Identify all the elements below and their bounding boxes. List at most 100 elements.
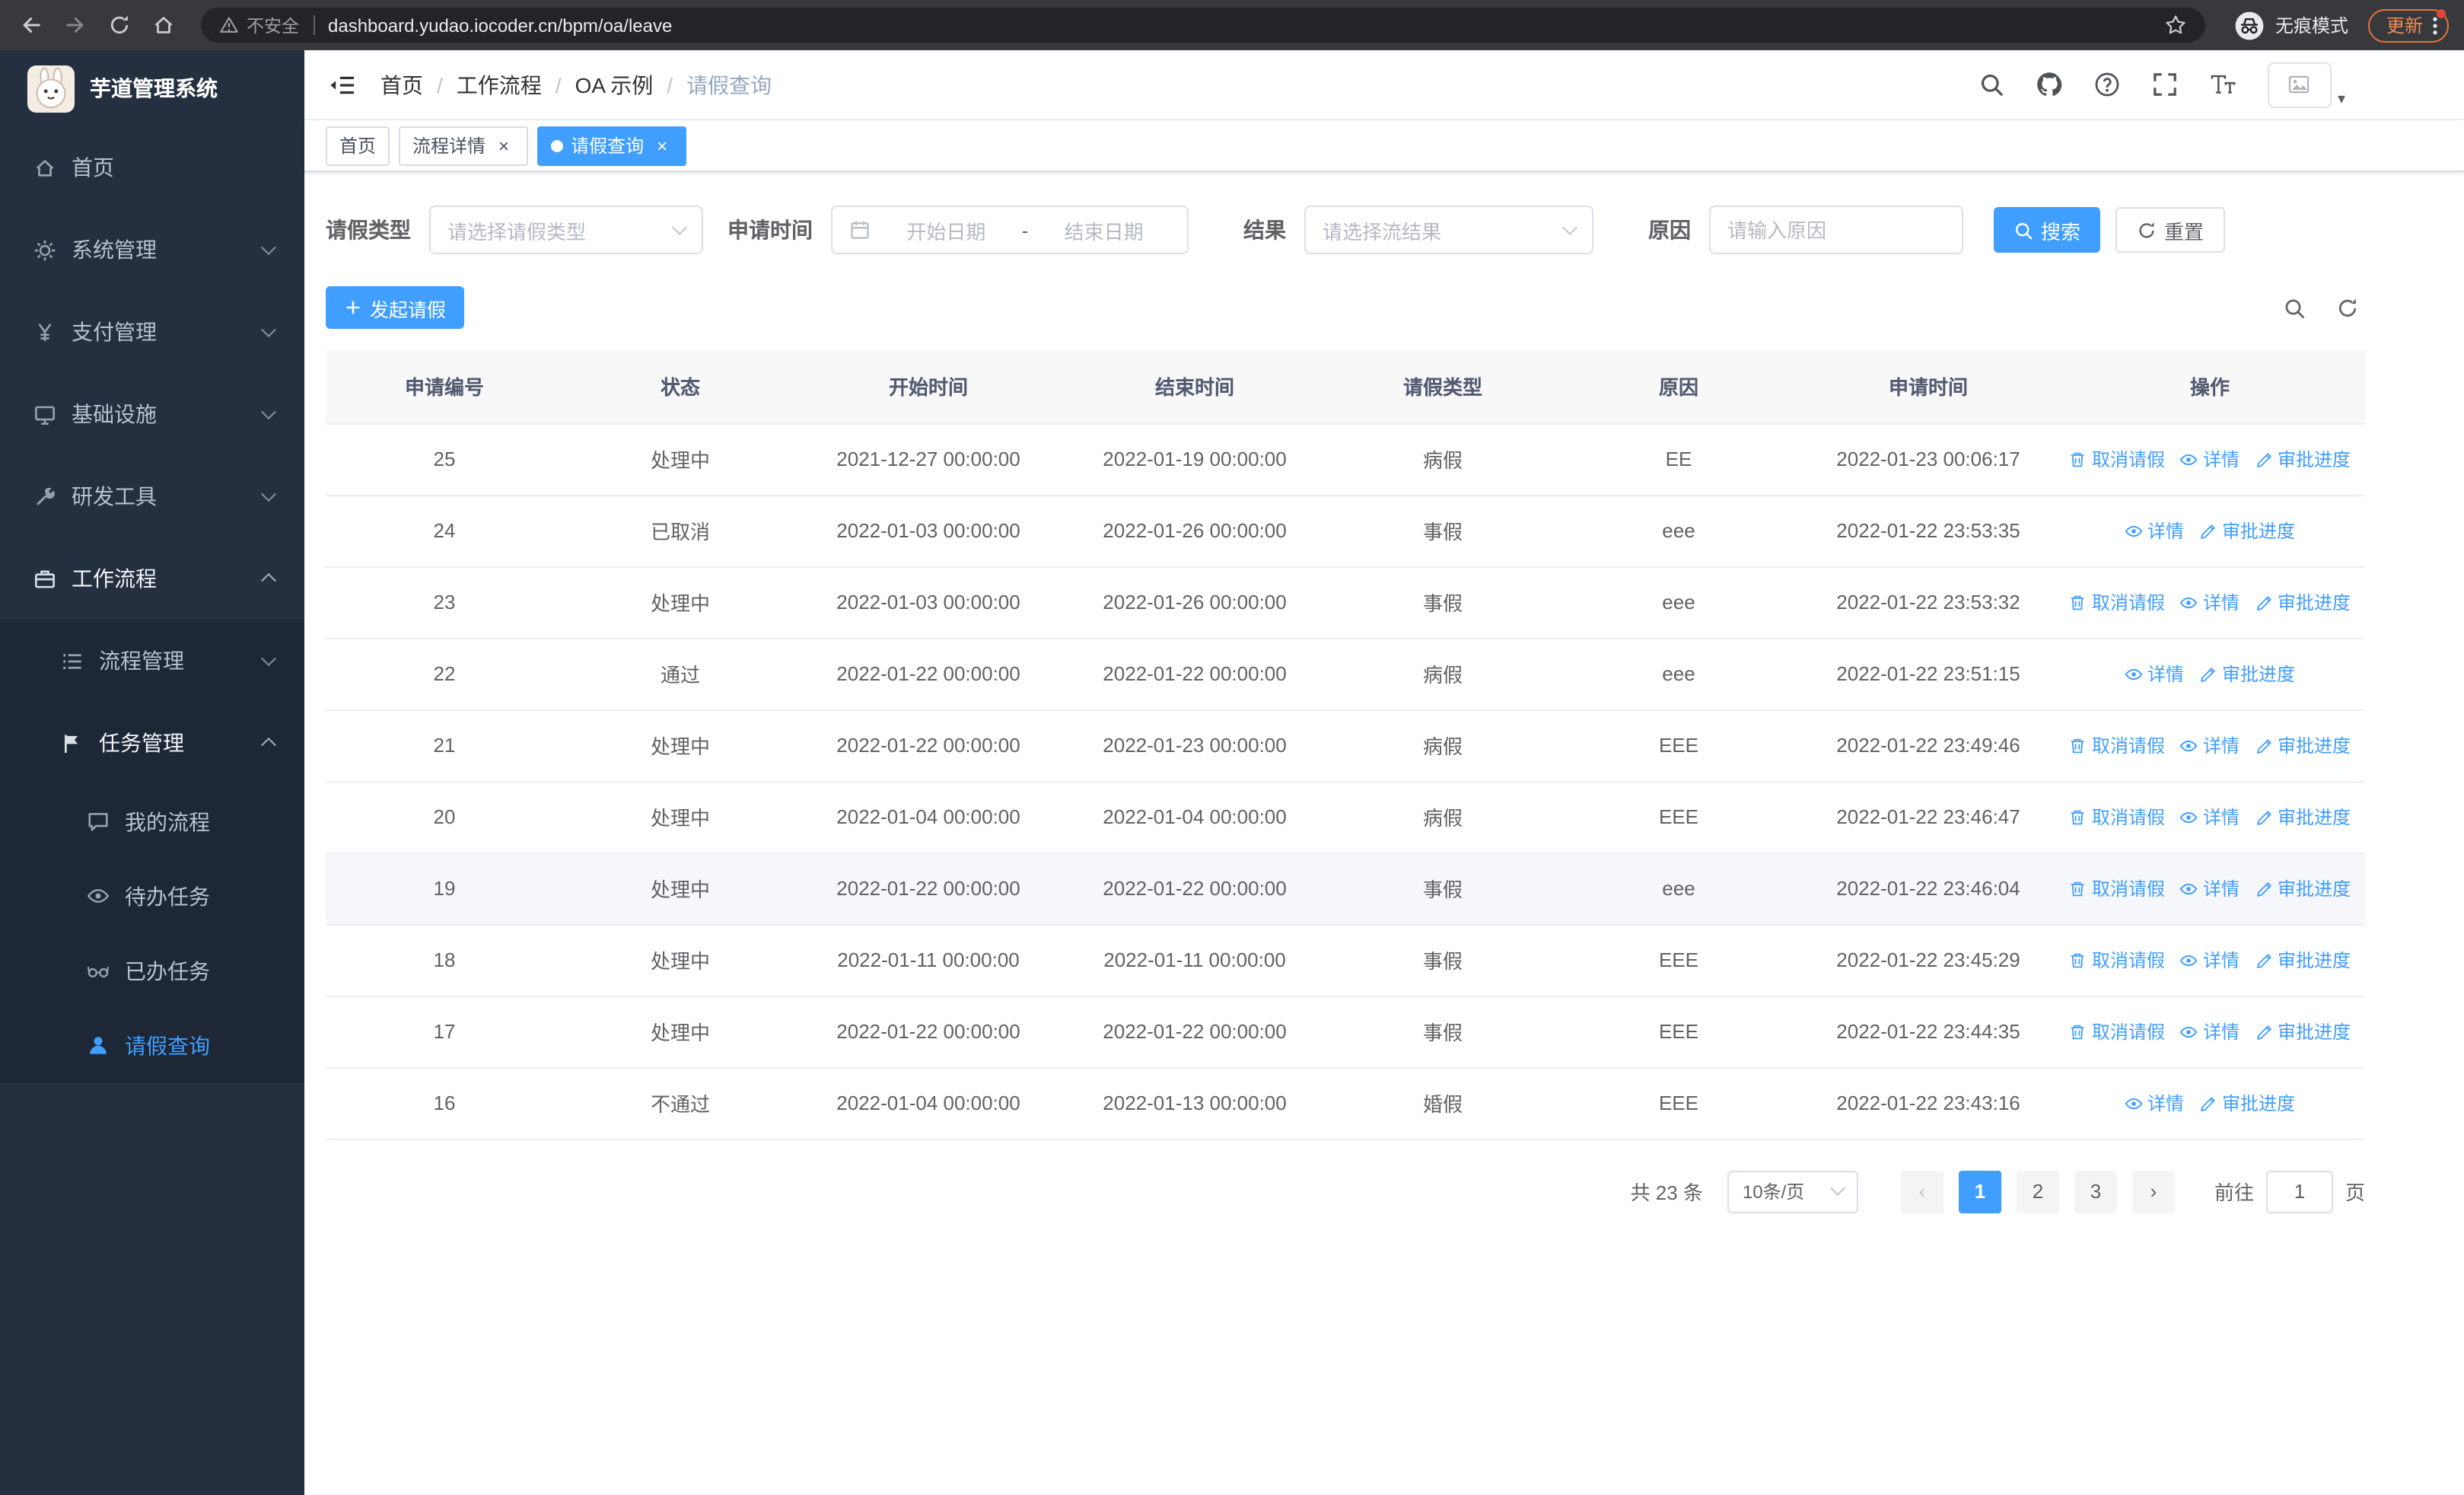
op-detail-link[interactable]: 详情 <box>2180 804 2240 830</box>
toggle-search-icon[interactable] <box>2283 296 2306 319</box>
search-icon[interactable] <box>1979 72 2004 97</box>
op-cancel-link[interactable]: 取消请假 <box>2069 1018 2165 1044</box>
op-progress-link[interactable]: 审批进度 <box>2255 804 2351 830</box>
page-button-2[interactable]: 2 <box>2016 1170 2059 1213</box>
search-button[interactable]: 搜索 <box>1994 207 2101 253</box>
address-bar[interactable]: 不安全 dashboard.yudao.iocoder.cn/bpm/oa/le… <box>201 8 2205 43</box>
cell-end: 2022-01-26 00:00:00 <box>1059 495 1330 567</box>
op-progress-link[interactable]: 审批进度 <box>2199 1090 2295 1116</box>
tab-process-detail[interactable]: 流程详情 × <box>399 126 529 165</box>
op-cancel-link[interactable]: 取消请假 <box>2069 446 2165 472</box>
breadcrumb-item[interactable]: 工作流程 <box>457 69 542 100</box>
next-page-button[interactable]: › <box>2131 1170 2175 1213</box>
user-avatar[interactable]: ▾ <box>2267 62 2345 107</box>
sidebar-item-done-task[interactable]: 已办任务 <box>0 933 304 1008</box>
sidebar-item-process-mgmt[interactable]: 流程管理 <box>0 620 304 702</box>
op-progress-link[interactable]: 审批进度 <box>2199 518 2295 543</box>
browser-forward-icon[interactable] <box>59 10 90 40</box>
browser-menu-icon[interactable] <box>2432 14 2438 36</box>
leave-type-label: 请假类型 <box>326 218 411 242</box>
update-label: 更新 <box>2386 15 2423 37</box>
sidebar-item-task-mgmt[interactable]: 任务管理 <box>0 702 304 784</box>
eye-icon <box>2180 879 2198 897</box>
op-detail-link[interactable]: 详情 <box>2180 732 2240 758</box>
breadcrumb-item[interactable]: 首页 <box>380 69 423 100</box>
app-logo[interactable]: 芋道管理系统 <box>0 50 304 126</box>
browser-back-icon[interactable] <box>15 10 46 40</box>
op-detail-link[interactable]: 详情 <box>2180 947 2240 973</box>
goto-page-input[interactable] <box>2265 1170 2333 1213</box>
cell-end: 2022-01-22 00:00:00 <box>1059 638 1330 710</box>
tab-leave-query[interactable]: 请假查询 × <box>537 126 687 165</box>
table-row: 17 处理中 2022-01-22 00:00:00 2022-01-22 00:00… <box>326 996 2365 1068</box>
close-tab-icon[interactable]: × <box>493 135 514 156</box>
tab-home[interactable]: 首页 <box>326 126 390 165</box>
browser-home-icon[interactable] <box>148 10 178 40</box>
reason-input[interactable] <box>1709 206 1963 254</box>
op-detail-link[interactable]: 详情 <box>2125 1090 2184 1116</box>
cell-id: 21 <box>326 709 563 782</box>
question-icon[interactable] <box>2094 72 2120 97</box>
sidebar-item-todo-task[interactable]: 待办任务 <box>0 859 304 933</box>
github-icon[interactable] <box>2036 72 2062 97</box>
fontsize-icon[interactable] <box>2210 72 2236 97</box>
sidebar-item-infrastructure[interactable]: 基础设施 <box>0 373 304 455</box>
sidebar-item-payment-mgmt[interactable]: 支付管理 <box>0 291 304 373</box>
infra-icon <box>33 403 56 426</box>
sidebar-item-home[interactable]: 首页 <box>0 126 304 209</box>
op-detail-link[interactable]: 详情 <box>2180 1018 2240 1044</box>
prev-page-button[interactable]: ‹ <box>1900 1170 1944 1213</box>
op-progress-link[interactable]: 审批进度 <box>2255 875 2351 901</box>
sidebar-item-leave-query[interactable]: 请假查询 <box>0 1008 304 1082</box>
bookmark-star-icon[interactable] <box>2164 14 2187 37</box>
eye-icon <box>2180 736 2198 754</box>
op-detail-link[interactable]: 详情 <box>2125 518 2184 543</box>
op-detail-link[interactable]: 详情 <box>2180 446 2240 472</box>
collapse-sidebar-icon[interactable] <box>329 72 356 97</box>
op-progress-link[interactable]: 审批进度 <box>2255 1018 2351 1044</box>
close-tab-icon[interactable]: × <box>651 135 673 156</box>
cell-id: 17 <box>326 996 563 1068</box>
cell-reason: EEE <box>1555 996 1802 1068</box>
sidebar-item-workflow[interactable]: 工作流程 <box>0 537 304 620</box>
op-detail-link[interactable]: 详情 <box>2180 589 2240 615</box>
create-leave-button[interactable]: 发起请假 <box>326 286 465 329</box>
leave-type-select[interactable]: 请选择请假类型 <box>429 206 703 254</box>
cell-reason: EEE <box>1555 1067 1802 1140</box>
browser-reload-icon[interactable] <box>103 10 134 40</box>
op-progress-link[interactable]: 审批进度 <box>2255 446 2351 472</box>
op-detail-link[interactable]: 详情 <box>2180 875 2240 901</box>
page-button-3[interactable]: 3 <box>2074 1170 2117 1213</box>
sidebar-item-my-process[interactable]: 我的流程 <box>0 784 304 859</box>
cell-ops: 取消请假 详情 审批进度 <box>2055 709 2365 782</box>
breadcrumb-item[interactable]: OA 示例 <box>575 69 654 100</box>
plus-icon <box>344 298 362 317</box>
result-select[interactable]: 请选择流结果 <box>1304 206 1593 254</box>
reset-button[interactable]: 重置 <box>2115 207 2226 253</box>
eye-icon <box>2180 808 2198 826</box>
op-cancel-link[interactable]: 取消请假 <box>2069 589 2165 615</box>
op-progress-link[interactable]: 审批进度 <box>2255 947 2351 973</box>
op-cancel-link[interactable]: 取消请假 <box>2069 875 2165 901</box>
apply-time-range-picker[interactable]: 开始日期 - 结束日期 <box>831 206 1189 254</box>
op-progress-link[interactable]: 审批进度 <box>2255 589 2351 615</box>
breadcrumb-separator: / <box>555 72 562 97</box>
refresh-table-icon[interactable] <box>2336 296 2359 319</box>
op-progress-link[interactable]: 审批进度 <box>2199 661 2295 687</box>
cell-apply_time: 2022-01-22 23:51:15 <box>1802 638 2055 710</box>
op-cancel-link[interactable]: 取消请假 <box>2069 947 2165 973</box>
tab-label: 请假查询 <box>571 135 645 157</box>
sidebar-item-system-mgmt[interactable]: 系统管理 <box>0 209 304 291</box>
sidebar-item-label: 已办任务 <box>125 958 210 983</box>
op-detail-link[interactable]: 详情 <box>2125 661 2184 687</box>
page-button-1[interactable]: 1 <box>1958 1170 2001 1213</box>
fullscreen-icon[interactable] <box>2152 72 2178 97</box>
address-separator <box>313 15 314 35</box>
op-cancel-link[interactable]: 取消请假 <box>2069 804 2165 830</box>
op-progress-link[interactable]: 审批进度 <box>2255 732 2351 758</box>
page-size-select[interactable]: 10条/页 <box>1727 1170 1858 1213</box>
security-chip[interactable]: 不安全 <box>219 13 299 37</box>
browser-update-button[interactable]: 更新 <box>2367 8 2449 42</box>
sidebar-item-dev-tools[interactable]: 研发工具 <box>0 455 304 537</box>
op-cancel-link[interactable]: 取消请假 <box>2069 732 2165 758</box>
